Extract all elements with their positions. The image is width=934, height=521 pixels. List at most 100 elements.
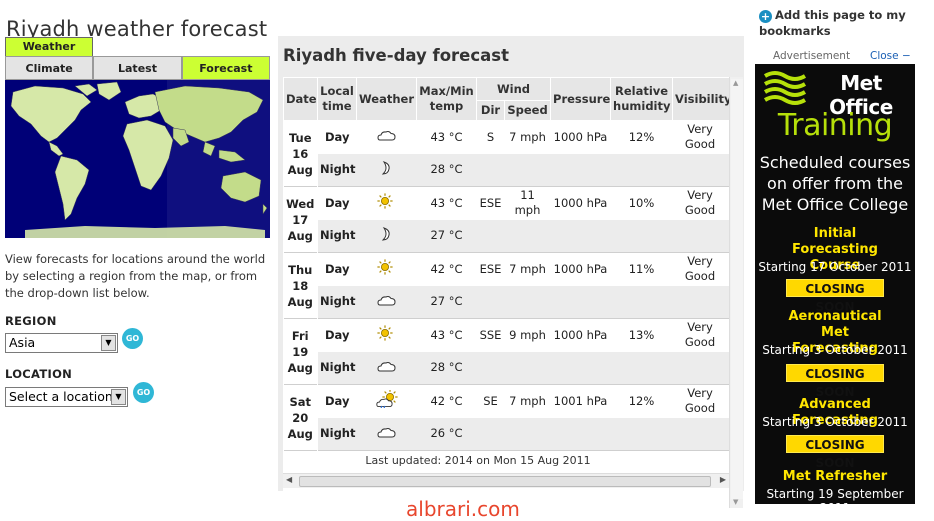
forecast-panel: Riyadh five-day forecast Date Local time… bbox=[278, 36, 744, 508]
horizontal-scrollbar[interactable]: ◀ ▶ bbox=[283, 473, 729, 488]
scroll-up-icon[interactable]: ▲ bbox=[733, 79, 738, 87]
advertisement-banner[interactable]: Met Office Training Scheduled courses on… bbox=[755, 64, 915, 515]
ad-course-name: Met Refresher bbox=[782, 469, 888, 484]
forecast-temp: 43 °C bbox=[416, 120, 477, 154]
tab-forecast[interactable]: Forecast bbox=[181, 57, 270, 80]
forecast-weekday: Thu bbox=[288, 262, 313, 277]
moon-icon bbox=[381, 226, 390, 241]
chevron-down-icon[interactable]: ▼ bbox=[111, 389, 126, 405]
header-date: Date bbox=[283, 77, 318, 121]
sun-icon bbox=[376, 325, 393, 341]
last-updated: Last updated: 2014 on Mon 15 Aug 2011 bbox=[283, 450, 673, 471]
forecast-period: Night bbox=[317, 351, 357, 385]
location-select[interactable]: Select a location ▼ bbox=[5, 387, 128, 407]
header-pressure: Pressure bbox=[550, 77, 612, 121]
region-label: REGION bbox=[5, 314, 57, 328]
ad-course-start: Starting 3 October 2011 bbox=[762, 343, 908, 357]
forecast-month: Aug bbox=[287, 426, 313, 441]
forecast-temp: 27 °C bbox=[416, 285, 477, 319]
tab-climate[interactable]: Climate bbox=[5, 57, 94, 80]
forecast-weekday: Wed bbox=[286, 196, 315, 211]
location-label: LOCATION bbox=[5, 367, 73, 381]
tab-weather[interactable]: Weather bbox=[5, 37, 93, 56]
forecast-month: Aug bbox=[287, 228, 313, 243]
forecast-day-number: 16 bbox=[292, 146, 309, 161]
forecast-night-row: Night 26 °C bbox=[284, 417, 729, 451]
scroll-down-icon[interactable]: ▼ bbox=[733, 498, 738, 506]
forecast-month: Aug bbox=[287, 294, 313, 309]
forecast-wind-dir: ESE bbox=[476, 186, 505, 220]
forecast-date: Tue 16 Aug bbox=[283, 120, 318, 187]
add-icon: + bbox=[759, 10, 772, 23]
scroll-left-icon[interactable]: ◀ bbox=[286, 475, 292, 484]
forecast-date: Thu 18 Aug bbox=[283, 252, 318, 319]
world-map[interactable] bbox=[5, 80, 270, 238]
forecast-period: Day bbox=[317, 186, 357, 220]
forecast-visibility: Very Good bbox=[672, 186, 729, 220]
forecast-weather bbox=[356, 351, 417, 385]
forecast-temp: 42 °C bbox=[416, 252, 477, 286]
forecast-night-row: Night 28 °C bbox=[284, 351, 729, 385]
forecast-date: Fri 19 Aug bbox=[283, 318, 318, 385]
forecast-visibility: Very Good bbox=[672, 384, 729, 418]
bookmark-label: Add this page to my bookmarks bbox=[759, 8, 906, 38]
forecast-temp: 43 °C bbox=[416, 318, 477, 352]
forecast-night-row: Night 27 °C bbox=[284, 219, 729, 253]
advertisement-label: Advertisement bbox=[773, 50, 851, 62]
cloud-icon bbox=[376, 427, 396, 438]
header-wind-speed: Speed bbox=[503, 100, 552, 121]
forecast-title: Riyadh five-day forecast bbox=[283, 46, 509, 65]
forecast-temp: 43 °C bbox=[416, 186, 477, 220]
forecast-pressure: 1001 hPa bbox=[550, 384, 611, 418]
forecast-temp: 27 °C bbox=[416, 219, 477, 253]
forecast-period: Day bbox=[317, 120, 357, 154]
forecast-table: Date Local time Weather Max/Min temp Win… bbox=[283, 77, 729, 471]
vertical-scrollbar[interactable]: ▲ ▼ bbox=[729, 77, 743, 508]
forecast-weather bbox=[356, 384, 417, 418]
forecast-weather bbox=[356, 285, 417, 319]
location-select-value: Select a location bbox=[9, 389, 113, 404]
forecast-day-row: Fri 19 Aug Day 43 °C SSE 9 mph 1000 hPa 13% Very … bbox=[283, 318, 729, 385]
ad-closing-badge: CLOSING SOON bbox=[786, 364, 884, 399]
last-updated-row: Last updated: 2014 on Mon 15 Aug 2011 bbox=[283, 450, 729, 471]
forecast-wind-dir: ESE bbox=[476, 252, 505, 286]
forecast-pressure: 1000 hPa bbox=[550, 186, 611, 220]
forecast-month: Aug bbox=[287, 162, 313, 177]
subtab-bar: Climate Latest Forecast bbox=[5, 56, 270, 80]
forecast-weather bbox=[356, 120, 417, 154]
forecast-table-viewport: Date Local time Weather Max/Min temp Win… bbox=[283, 77, 729, 508]
sun-cloud-icon bbox=[375, 389, 398, 409]
ad-course-start: Starting 3 October 2011 bbox=[762, 415, 908, 429]
location-go-button[interactable]: GO bbox=[133, 382, 154, 403]
forecast-period: Night bbox=[317, 285, 357, 319]
tab-latest[interactable]: Latest bbox=[93, 57, 182, 80]
ad-headline: Training bbox=[777, 108, 893, 143]
forecast-weather bbox=[356, 186, 417, 220]
cloud-icon bbox=[376, 131, 396, 141]
forecast-night-row: Night 28 °C bbox=[284, 153, 729, 187]
forecast-weather bbox=[356, 219, 417, 253]
forecast-wind-speed: 7 mph bbox=[504, 120, 551, 154]
forecast-period: Day bbox=[317, 252, 357, 286]
chevron-down-icon[interactable]: ▼ bbox=[101, 335, 116, 351]
ad-description: Scheduled courses on offer from the Met … bbox=[759, 153, 911, 214]
region-select[interactable]: Asia ▼ bbox=[5, 333, 118, 353]
forecast-day-number: 19 bbox=[292, 344, 309, 359]
ad-course-start: Starting 17 October 2011 bbox=[758, 260, 912, 274]
forecast-pressure: 1000 hPa bbox=[550, 120, 611, 154]
region-go-button[interactable]: GO bbox=[122, 328, 143, 349]
forecast-humidity: 12% bbox=[610, 384, 673, 418]
scroll-right-icon[interactable]: ▶ bbox=[720, 475, 726, 484]
close-ad-link[interactable]: Close − bbox=[870, 50, 911, 62]
forecast-weekday: Sat bbox=[289, 394, 312, 409]
forecast-humidity: 13% bbox=[610, 318, 673, 352]
horizontal-scroll-thumb[interactable] bbox=[299, 476, 711, 487]
forecast-wind-speed: 7 mph bbox=[504, 252, 551, 286]
forecast-day-row: Thu 18 Aug Day 42 °C ESE 7 mph 1000 hPa 11% Very … bbox=[283, 252, 729, 319]
watermark: albrari.com bbox=[406, 497, 520, 521]
forecast-wind-speed: 9 mph bbox=[504, 318, 551, 352]
bookmark-link[interactable]: + Add this page to my bookmarks bbox=[759, 7, 919, 39]
header-humidity: Relative humidity bbox=[610, 77, 674, 121]
forecast-humidity: 10% bbox=[610, 186, 673, 220]
header-weather: Weather bbox=[356, 77, 417, 121]
